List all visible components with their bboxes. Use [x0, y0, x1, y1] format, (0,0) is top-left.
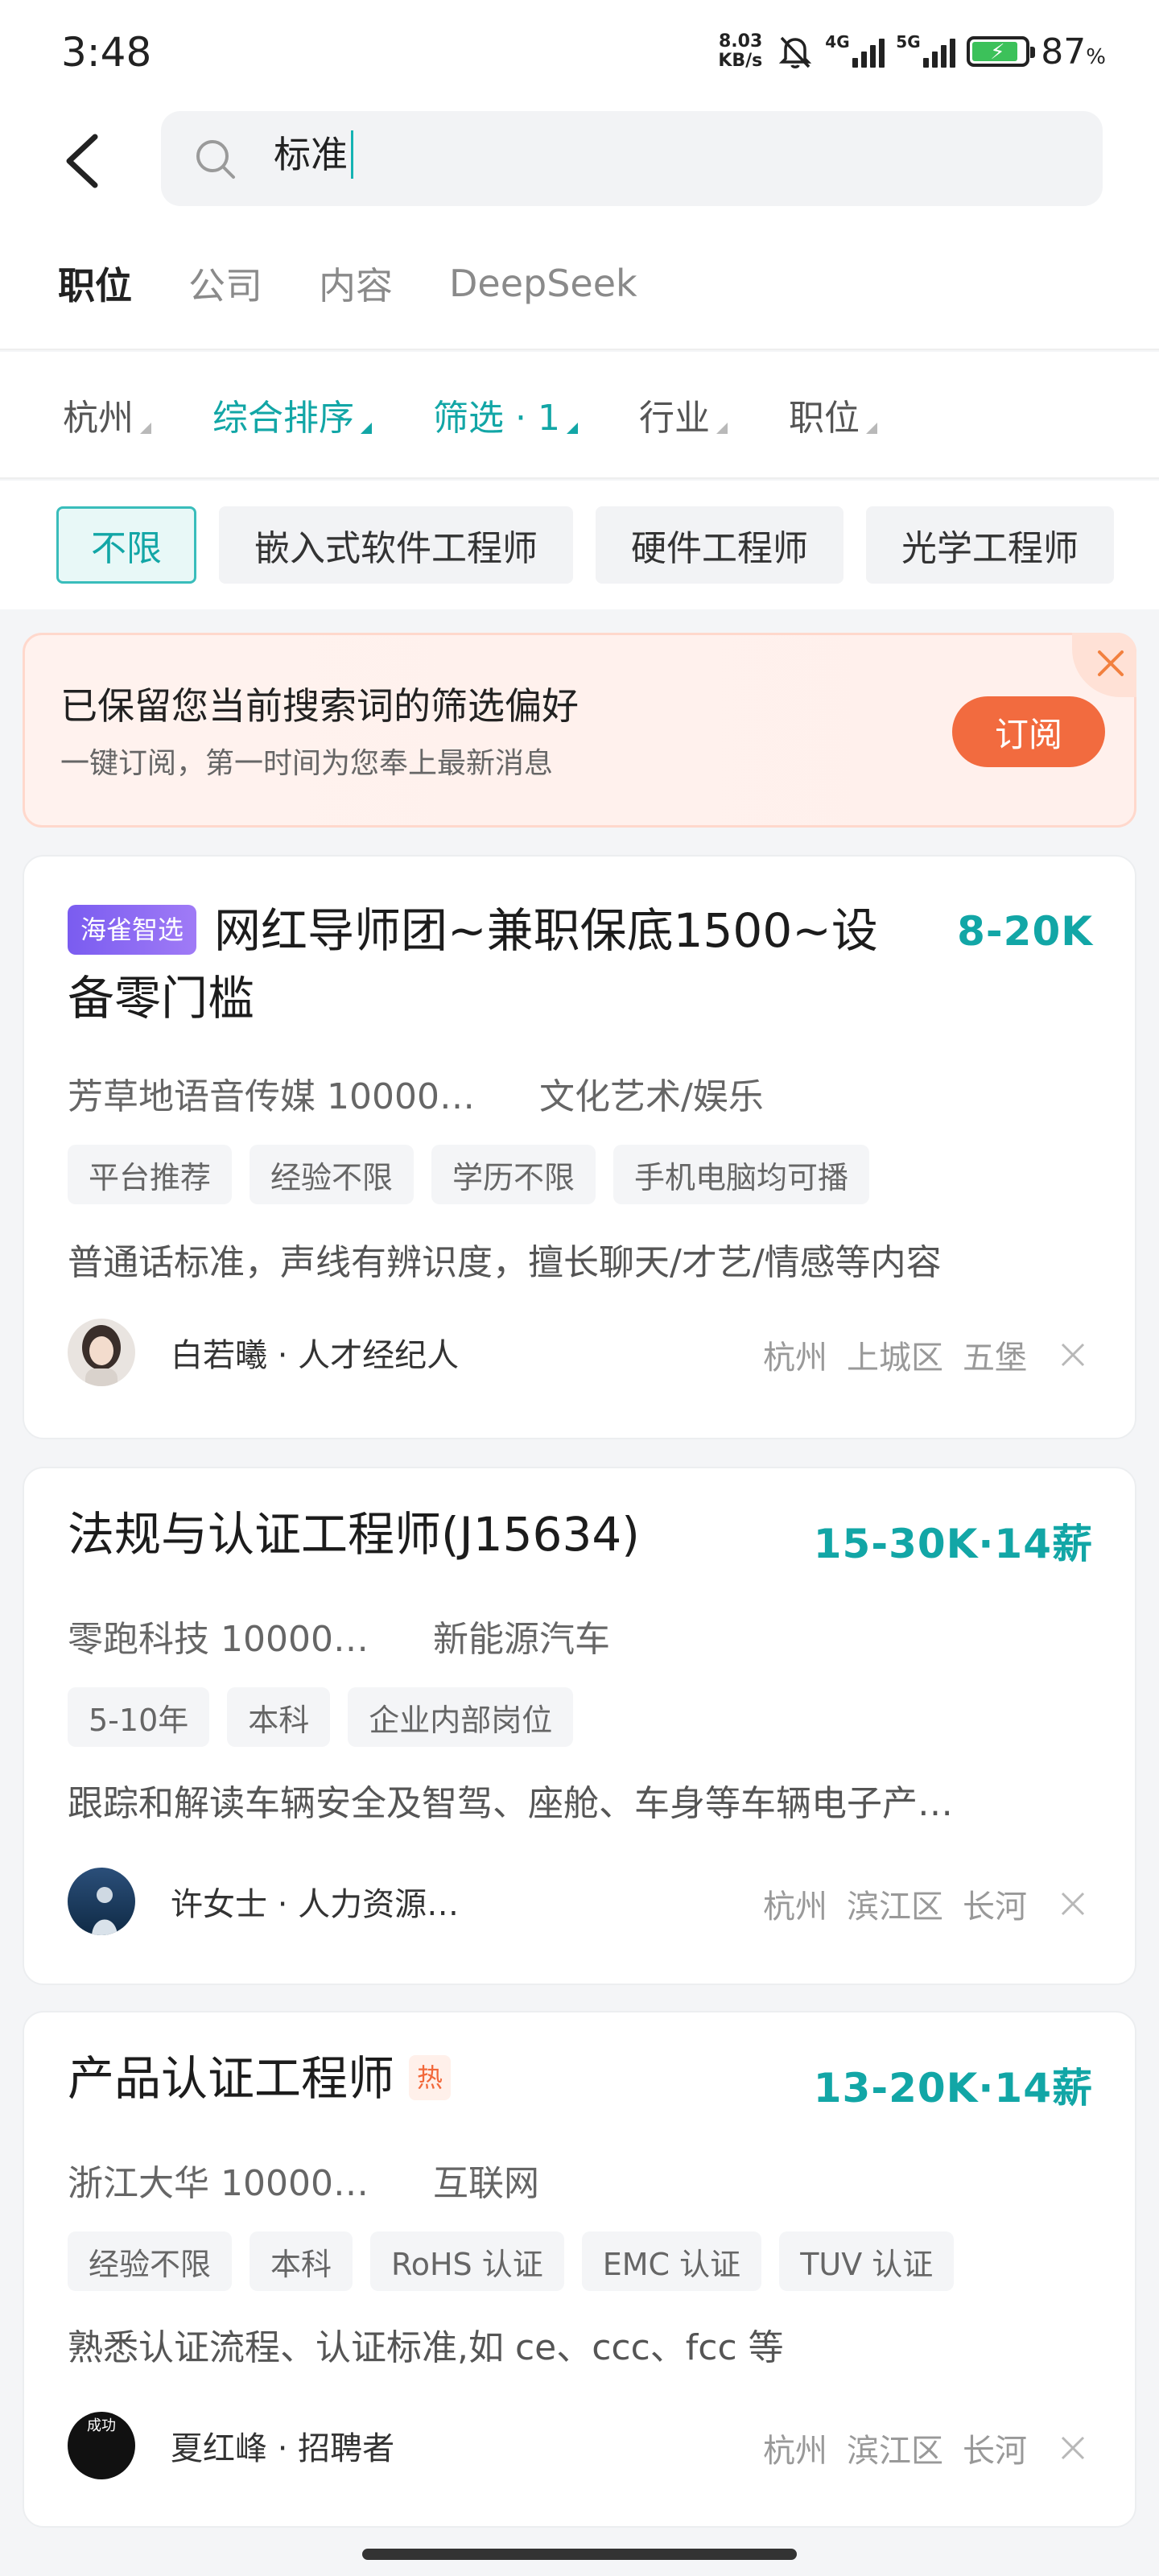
status-icons: 8.03 KB/s 4G 5G ⚡ 87%	[718, 27, 1106, 76]
job-salary: 15-30K·14薪	[813, 1521, 1093, 1567]
avatar: 成功	[68, 2412, 135, 2479]
tab-content[interactable]: 内容	[319, 257, 393, 310]
company-name: 零跑科技 10000…	[68, 1619, 369, 1660]
recruiter-name: 许女士 · 人力资源…	[171, 1886, 460, 1923]
job-tag: 5-10年	[68, 1687, 210, 1747]
home-indicator[interactable]	[362, 2549, 797, 2560]
status-time: 3:48	[61, 29, 152, 76]
chip-embedded-software[interactable]: 嵌入式软件工程师	[219, 506, 573, 584]
job-tag: 平台推荐	[68, 1145, 233, 1204]
mute-bell-icon	[779, 36, 812, 68]
dismiss-icon[interactable]	[1059, 1341, 1087, 1368]
job-card[interactable]: 法规与认证工程师(J15634) 15-30K·14薪 零跑科技 10000… …	[23, 1467, 1136, 1985]
search-input[interactable]: 标准	[274, 130, 353, 179]
subscribe-button[interactable]: 订阅	[952, 696, 1105, 767]
search-box[interactable]: 标准	[161, 111, 1103, 206]
network-speed: 8.03 KB/s	[718, 32, 762, 71]
company-name: 浙江大华 10000…	[68, 2163, 369, 2204]
company-industry: 文化艺术/娱乐	[538, 1076, 764, 1117]
dropdown-triangle-icon	[361, 423, 372, 434]
signal-4g-icon: 4G	[825, 32, 885, 68]
back-arrow-icon[interactable]	[56, 129, 113, 193]
job-tag: 本科	[227, 1687, 331, 1747]
dropdown-triangle-icon	[140, 423, 151, 434]
status-bar: 3:48 8.03 KB/s 4G 5G ⚡ 87%	[0, 0, 1159, 105]
network-speed-unit: KB/s	[718, 51, 763, 71]
job-tag: 经验不限	[250, 1145, 415, 1204]
chip-unlimited[interactable]: 不限	[56, 506, 196, 584]
job-tag: EMC 认证	[581, 2231, 762, 2291]
job-tags: 经验不限 本科 RoHS 认证 EMC 认证 TUV 认证	[68, 2231, 955, 2291]
job-salary: 8-20K	[957, 908, 1093, 955]
recruiter-info: 许女士 · 人力资源…	[68, 1868, 459, 1935]
filter-position[interactable]: 职位	[789, 389, 877, 440]
subscribe-banner: 已保留您当前搜索词的筛选偏好 一键订阅，第一时间为您奉上最新消息 订阅	[23, 633, 1136, 828]
job-card[interactable]: 海雀智选 网红导师团~兼职保底1500~设备零门槛 8-20K 芳草地语音传媒 1…	[23, 855, 1136, 1439]
job-tag: TUV 认证	[779, 2231, 955, 2291]
recommend-badge: 海雀智选	[68, 905, 197, 955]
job-salary: 13-20K·14薪	[813, 2065, 1093, 2112]
recruiter-info: 成功 夏红峰 · 招聘者	[68, 2412, 394, 2479]
category-tabs: 职位 公司 内容 DeepSeek	[0, 217, 1159, 350]
dropdown-triangle-icon	[865, 423, 877, 434]
job-location: 杭州 上城区 五堡	[763, 1331, 1087, 1378]
job-tag: 本科	[250, 2231, 353, 2291]
job-tags: 5-10年 本科 企业内部岗位	[68, 1687, 574, 1747]
dropdown-triangle-icon	[716, 423, 728, 434]
filter-sort[interactable]: 综合排序	[212, 389, 372, 440]
job-title: 产品认证工程师热	[68, 2045, 897, 2112]
company-name: 芳草地语音传媒 10000…	[68, 1076, 475, 1117]
filter-industry[interactable]: 行业	[639, 389, 728, 440]
network-speed-value: 8.03	[719, 31, 763, 52]
subscribe-desc: 一键订阅，第一时间为您奉上最新消息	[60, 747, 554, 780]
company-industry: 新能源汽车	[432, 1619, 610, 1660]
job-description: 跟踪和解读车辆安全及智驾、座舱、车身等车辆电子产…	[68, 1783, 953, 1824]
recruiter-info: 白若曦 · 人才经纪人	[68, 1319, 459, 1386]
job-tags: 平台推荐 经验不限 学历不限 手机电脑均可播	[68, 1145, 870, 1204]
job-location: 杭州 滨江区 长河	[763, 2425, 1087, 2471]
avatar	[68, 1319, 135, 1386]
dismiss-icon[interactable]	[1059, 2434, 1087, 2462]
filter-city[interactable]: 杭州	[63, 389, 151, 440]
back-button[interactable]	[56, 129, 113, 193]
job-title: 法规与认证工程师(J15634)	[68, 1507, 640, 1562]
search-icon	[196, 140, 235, 179]
filter-bar: 杭州 综合排序 筛选 · 1 行业 职位	[0, 352, 1159, 479]
position-chips: 不限 嵌入式软件工程师 硬件工程师 光学工程师	[0, 481, 1159, 609]
job-company: 浙江大华 10000… 互联网	[68, 2154, 539, 2206]
tab-companies[interactable]: 公司	[188, 257, 262, 310]
job-title: 海雀智选 网红导师团~兼职保底1500~设备零门槛	[68, 903, 878, 1026]
job-description: 普通话标准，声线有辨识度，擅长聊天/才艺/情感等内容	[68, 1242, 942, 1283]
company-industry: 互联网	[432, 2163, 539, 2204]
job-company: 零跑科技 10000… 新能源汽车	[68, 1610, 610, 1662]
job-tag: 学历不限	[431, 1145, 596, 1204]
search-header: 标准	[0, 105, 1159, 217]
job-card[interactable]: 产品认证工程师热 13-20K·14薪 浙江大华 10000… 互联网 经验不限…	[23, 2011, 1136, 2528]
job-tag: RoHS 认证	[370, 2231, 564, 2291]
job-tag: 手机电脑均可播	[613, 1145, 870, 1204]
signal-5g-icon: 5G	[896, 32, 956, 68]
job-tag: 企业内部岗位	[348, 1687, 574, 1747]
subscribe-title: 已保留您当前搜索词的筛选偏好	[60, 684, 579, 728]
tab-positions[interactable]: 职位	[58, 257, 132, 310]
battery-icon: ⚡	[967, 36, 1036, 67]
close-icon[interactable]	[1095, 647, 1127, 679]
banner-close-button[interactable]	[1072, 633, 1136, 697]
hot-badge: 热	[409, 2055, 452, 2100]
filter-screen[interactable]: 筛选 · 1	[433, 389, 578, 440]
tab-deepseek[interactable]: DeepSeek	[449, 262, 637, 305]
chip-hardware[interactable]: 硬件工程师	[596, 506, 843, 584]
dismiss-icon[interactable]	[1059, 1890, 1087, 1918]
battery-percent: 87%	[1041, 31, 1106, 72]
avatar	[68, 1868, 135, 1935]
job-tag: 经验不限	[68, 2231, 233, 2291]
dropdown-triangle-icon	[566, 423, 578, 434]
job-company: 芳草地语音传媒 10000… 文化艺术/娱乐	[68, 1067, 764, 1119]
chip-optical[interactable]: 光学工程师	[866, 506, 1114, 584]
job-location: 杭州 滨江区 长河	[763, 1880, 1087, 1927]
recruiter-name: 白若曦 · 人才经纪人	[171, 1337, 460, 1374]
job-description: 熟悉认证流程、认证标准,如 ce、ccc、fcc 等	[68, 2327, 784, 2368]
recruiter-name: 夏红峰 · 招聘者	[171, 2430, 395, 2467]
